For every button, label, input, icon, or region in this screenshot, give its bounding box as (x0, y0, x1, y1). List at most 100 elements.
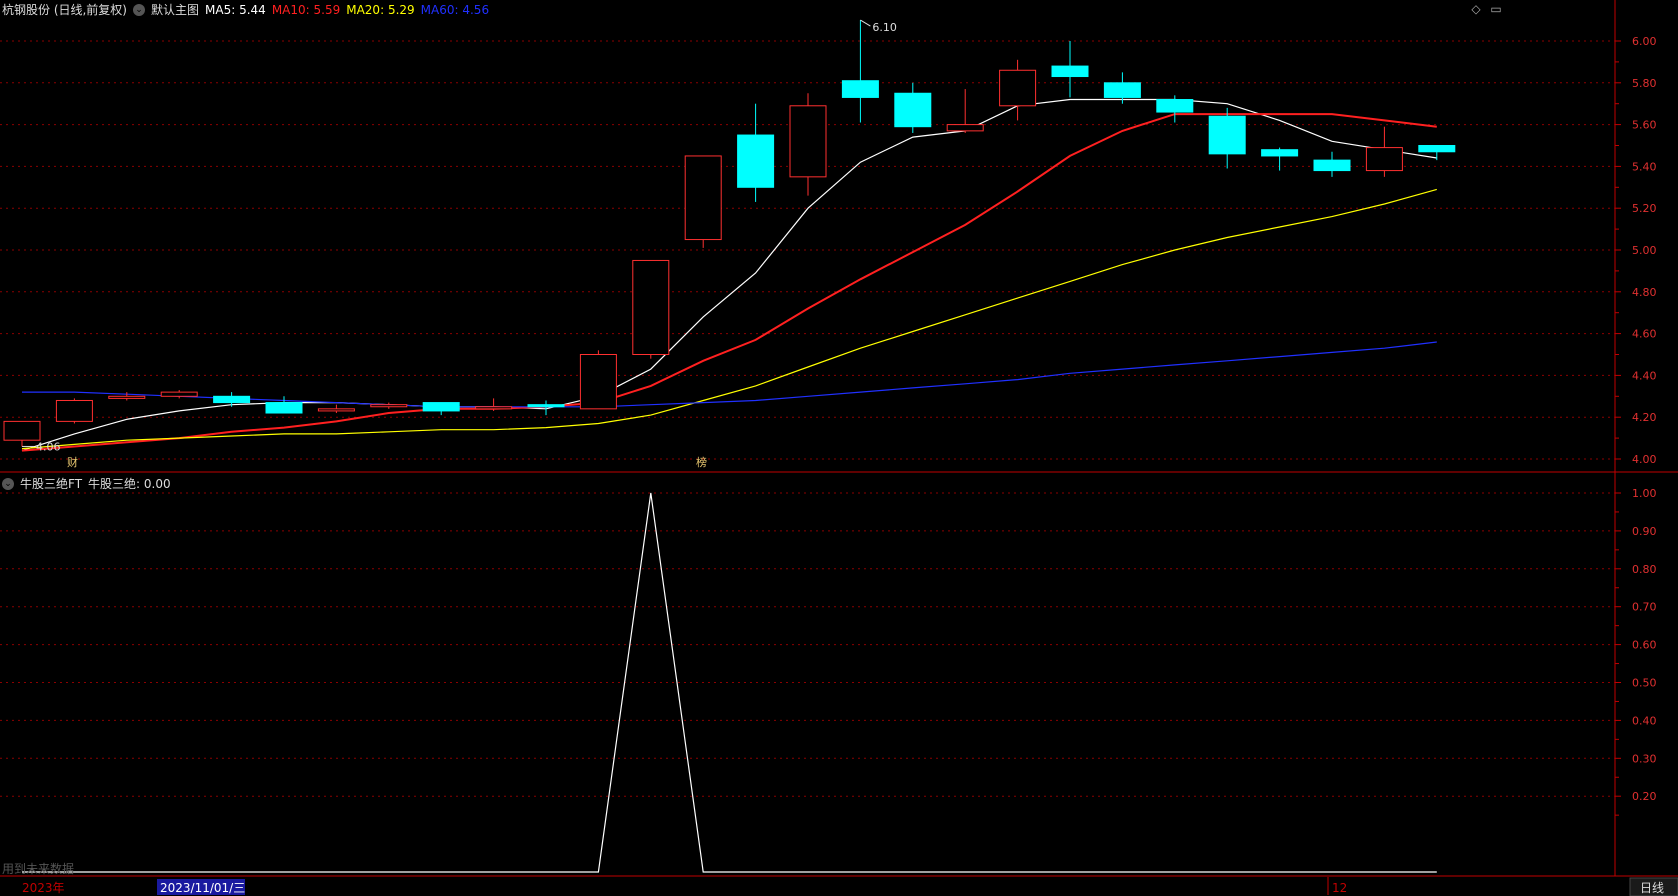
low-price-label: 4.06 (36, 440, 61, 453)
candle[interactable] (265, 396, 303, 414)
candle-body-down (1103, 82, 1141, 98)
price-tick-label: 5.00 (1632, 244, 1657, 257)
candle-body-up (789, 105, 827, 178)
candle[interactable] (55, 398, 93, 424)
candle[interactable] (1051, 41, 1089, 98)
candle[interactable] (1365, 126, 1403, 177)
price-tick-label: 5.20 (1632, 202, 1657, 215)
marker-cai[interactable]: 财 (67, 455, 78, 469)
ma20-line (21, 188, 1437, 450)
candle[interactable] (1313, 151, 1351, 177)
candle[interactable] (737, 103, 775, 202)
indicator-tick-label: 1.00 (1632, 487, 1657, 500)
price-tick-label: 5.80 (1632, 77, 1657, 90)
candle-body-up (108, 395, 146, 399)
candle-body-down (1313, 159, 1351, 172)
indicator-tick-label: 0.60 (1632, 639, 1657, 652)
candle[interactable] (1418, 145, 1456, 161)
price-tick-label: 4.60 (1632, 328, 1657, 341)
corner-icons: ◇ ▭ (1470, 3, 1502, 15)
indicator-value: 牛股三绝: 0.00 (88, 477, 171, 491)
indicator-tick-label: 0.70 (1632, 601, 1657, 614)
indicator-legend: ⌄ 牛股三绝FT 牛股三绝: 0.00 (2, 475, 171, 492)
price-tick-label: 4.20 (1632, 411, 1657, 424)
indicator-tick-label: 0.50 (1632, 677, 1657, 690)
candle-body-down (213, 395, 251, 404)
main-legend: 杭钢股份 (日线,前复权) ⌄ 默认主图 MA5: 5.44 MA10: 5.5… (2, 1, 489, 18)
candle-body-down (894, 92, 932, 128)
cursor-date-label: 2023/11/01/三 (160, 881, 245, 895)
candle-body-down (841, 80, 879, 98)
ma20-label: MA20: 5.29 (346, 2, 415, 17)
indicator-name[interactable]: 牛股三绝FT (20, 475, 82, 492)
candle[interactable] (370, 402, 408, 409)
stock-chart-canvas[interactable]: 6.00 5.80 5.60 5.40 5.20 5.00 4.80 4.60 4.40 4.20… (0, 0, 1678, 896)
main-chart-label[interactable]: 默认主图 (151, 1, 199, 18)
ma10-label: MA10: 5.59 (271, 2, 341, 17)
candle[interactable] (841, 20, 879, 123)
candle-body-up (579, 354, 617, 410)
price-tick-label: 6.00 (1632, 35, 1657, 48)
period-tab-label: 日线 (1640, 881, 1664, 895)
price-tick-label: 4.40 (1632, 369, 1657, 382)
candle[interactable] (946, 89, 984, 133)
indicator-tick-label: 0.80 (1632, 563, 1657, 576)
candle-body-down (265, 402, 303, 414)
candle[interactable] (475, 398, 513, 411)
candle-body-up (160, 391, 198, 397)
candle-body-up (684, 155, 722, 241)
diamond-icon[interactable]: ◇ (1470, 3, 1482, 15)
candle-body-down (1156, 99, 1194, 113)
time-axis-month: 12 (1332, 881, 1347, 895)
price-tick-label: 4.00 (1632, 453, 1657, 466)
indicator-tick-label: 0.30 (1632, 752, 1657, 765)
candle-body-up (946, 124, 984, 132)
candle-body-up (999, 69, 1037, 107)
candle-body-down (422, 402, 460, 412)
candle-body-down (527, 404, 565, 408)
candle-body-down (1208, 115, 1246, 155)
indicator-tick-label: 0.20 (1632, 790, 1657, 803)
chevron-down-icon[interactable]: ⌄ (2, 477, 14, 490)
candle-body-up (1365, 147, 1403, 172)
candlestick-series[interactable] (3, 20, 1456, 447)
candle-body-down (737, 134, 775, 188)
candle[interactable] (632, 259, 670, 359)
candle-body-up (632, 259, 670, 356)
price-tick-label: 4.80 (1632, 286, 1657, 299)
chevron-down-icon[interactable]: ⌄ (133, 3, 145, 16)
candle[interactable] (894, 82, 932, 133)
candle-body-up (475, 406, 513, 410)
stock-title[interactable]: 杭钢股份 (日线,前复权) (2, 1, 127, 18)
future-data-watermark: 用到未来数据 (2, 861, 74, 876)
candle-body-up (317, 408, 355, 412)
candle-body-down (1261, 149, 1299, 157)
marker-bang[interactable]: 榜 (696, 455, 707, 469)
candle[interactable] (1208, 107, 1246, 169)
candle[interactable] (1261, 147, 1299, 171)
candle[interactable] (317, 404, 355, 414)
candle-body-up (370, 404, 408, 408)
high-pointer (860, 19, 871, 27)
ma60-label: MA60: 4.56 (420, 2, 490, 17)
candle-body-up (3, 420, 41, 441)
candle-body-down (1051, 65, 1089, 78)
candle[interactable] (684, 155, 722, 248)
indicator-grid (0, 492, 1615, 797)
price-annotations: 6.10 4.06 (22, 19, 897, 453)
time-axis-year: 2023年 (22, 881, 65, 895)
candle[interactable] (789, 93, 827, 196)
indicator-tick-label: 0.90 (1632, 525, 1657, 538)
price-tick-label: 5.60 (1632, 119, 1657, 132)
candle[interactable] (579, 350, 617, 410)
ma5-label: MA5: 5.44 (205, 2, 266, 17)
window-icon[interactable]: ▭ (1490, 3, 1502, 15)
indicator-tick-label: 0.40 (1632, 714, 1657, 727)
candle[interactable] (3, 420, 41, 447)
candle-body-down (1418, 145, 1456, 153)
main-price-axis: 6.00 5.80 5.60 5.40 5.20 5.00 4.80 4.60 4.40 4.20… (1615, 35, 1657, 466)
candle-body-up (55, 399, 93, 422)
indicator-axis: 1.00 0.90 0.80 0.70 0.60 0.50 0.40 0.30 0.20 (1615, 487, 1657, 816)
candle[interactable] (422, 402, 460, 416)
high-price-label: 6.10 (872, 21, 897, 34)
